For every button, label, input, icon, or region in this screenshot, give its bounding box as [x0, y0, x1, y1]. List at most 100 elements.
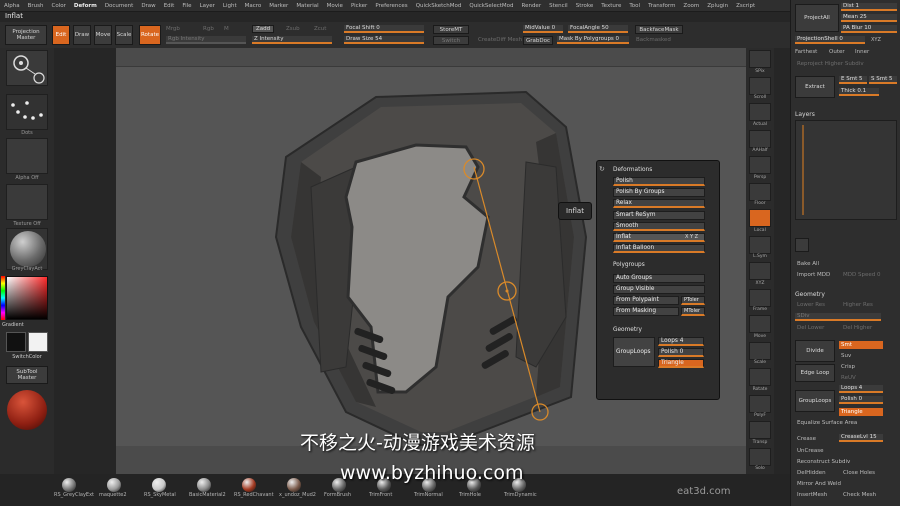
bake-all-button[interactable]: Bake All	[797, 261, 819, 267]
lower-res-button[interactable]: Lower Res	[797, 302, 825, 308]
solo-button[interactable]	[749, 447, 771, 466]
import-mdd-button[interactable]: Import MDD	[797, 272, 830, 278]
reuv-toggle[interactable]: ReUV	[841, 375, 856, 381]
zadd-button[interactable]: Zadd	[252, 25, 274, 33]
auto-groups-button[interactable]: Auto Groups	[613, 274, 705, 283]
store-mt-button[interactable]: StoreMT	[433, 25, 469, 34]
persp-button[interactable]	[749, 156, 771, 174]
pin-icon[interactable]: ↻	[599, 165, 605, 173]
scale-button[interactable]: Scale	[115, 25, 133, 45]
menu-item-file[interactable]: File	[182, 3, 191, 9]
menu-item-deform[interactable]: Deform	[74, 3, 97, 9]
relax-slider[interactable]: Relax	[613, 199, 705, 208]
rotate-button[interactable]: Rotate	[139, 25, 161, 45]
mask-by-polygroups-slider[interactable]: Mask By Polygroups 0	[557, 36, 629, 44]
from-masking-button[interactable]: From Masking	[613, 307, 679, 316]
smart-resym-button[interactable]: Smart ReSym	[613, 211, 705, 220]
move-button[interactable]	[749, 315, 771, 333]
menu-item-marker[interactable]: Marker	[269, 3, 288, 9]
rgb-intensity-slider[interactable]: Rgb Intensity	[166, 36, 246, 44]
draw-size-slider[interactable]: Draw Size 54	[344, 36, 424, 44]
crease-lvl-slider[interactable]: CreaseLvl 15	[839, 434, 883, 442]
frame-button[interactable]	[749, 288, 771, 307]
divide-button[interactable]: Divide	[795, 340, 835, 362]
del-lower-button[interactable]: Del Lower	[797, 325, 824, 331]
backmasked-slider[interactable]: Backmasked	[636, 37, 671, 43]
crisp-toggle[interactable]: Crisp	[841, 364, 855, 370]
draw-button[interactable]: Draw	[73, 25, 91, 45]
menu-item-material[interactable]: Material	[296, 3, 318, 9]
uncrease-button[interactable]: UnCrease	[797, 448, 824, 454]
scale-button[interactable]	[749, 341, 771, 360]
smooth-slider[interactable]: Smooth	[613, 222, 705, 231]
xyz-button[interactable]	[749, 262, 771, 280]
reconstruct-subdiv-button[interactable]: Reconstruct Subdiv	[797, 459, 850, 465]
layers-scrollbar[interactable]	[802, 125, 804, 215]
material-swatch[interactable]	[197, 478, 211, 492]
triangle-toggle[interactable]: Triangle	[658, 359, 704, 368]
menu-item-preferences[interactable]: Preferences	[375, 3, 407, 9]
menu-item-draw[interactable]: Draw	[141, 3, 155, 9]
transp-button[interactable]	[749, 421, 771, 439]
subtool-master-button[interactable]: SubTool Master	[6, 366, 48, 384]
spix-button[interactable]	[749, 50, 771, 68]
actual-button[interactable]	[749, 103, 771, 121]
polish-geometry-slider[interactable]: Polish 0	[658, 348, 704, 357]
equalize-surface-area-button[interactable]: Equalize Surface Area	[797, 420, 857, 426]
aahalf-button[interactable]	[749, 129, 771, 148]
material-thumbnail[interactable]	[6, 228, 48, 270]
hue-strip[interactable]	[1, 276, 5, 320]
s-smt-slider[interactable]: S Smt 5	[869, 76, 897, 84]
menu-item-macro[interactable]: Macro	[245, 3, 262, 9]
mrgb-toggle[interactable]: Mrgb	[166, 26, 180, 32]
secondary-color-swatch[interactable]	[28, 332, 48, 352]
layer-icon[interactable]	[795, 238, 809, 252]
backface-mask-button[interactable]: BackfaceMask	[635, 25, 683, 34]
grabdoc-button[interactable]: GrabDoc	[523, 36, 553, 45]
menu-item-picker[interactable]: Picker	[351, 3, 367, 9]
menu-item-light[interactable]: Light	[223, 3, 237, 9]
group-visible-button[interactable]: Group Visible	[613, 285, 705, 294]
polish-slider[interactable]: Polish 0	[839, 396, 883, 404]
menu-item-texture[interactable]: Texture	[601, 3, 621, 9]
focal-shift-slider[interactable]: Focal Shift 0	[344, 25, 424, 33]
farthest-button[interactable]: Farthest	[795, 49, 817, 55]
menu-item-edit[interactable]: Edit	[164, 3, 175, 9]
rotate-button[interactable]	[749, 368, 771, 386]
rgb-toggle[interactable]: Rgb	[203, 26, 214, 32]
menu-item-layer[interactable]: Layer	[200, 3, 215, 9]
material-swatch[interactable]	[242, 478, 256, 492]
menu-item-tool[interactable]: Tool	[629, 3, 640, 9]
menu-item-stroke[interactable]: Stroke	[576, 3, 594, 9]
m-toggle[interactable]: M	[224, 26, 229, 32]
alpha-thumbnail[interactable]	[6, 138, 48, 174]
del-higher-button[interactable]: Del Higher	[843, 325, 872, 331]
l-sym-button[interactable]	[749, 235, 771, 254]
material-swatch[interactable]	[287, 478, 301, 492]
group-loops-button[interactable]: GroupLoops	[795, 390, 835, 412]
projection-master-button[interactable]: Projection Master	[5, 25, 47, 45]
insert-mesh-button[interactable]: InsertMesh	[797, 492, 827, 498]
project-all-button[interactable]: ProjectAll	[795, 4, 839, 32]
menu-item-render[interactable]: Render	[522, 3, 542, 9]
dist-slider[interactable]: Dist 1	[841, 3, 897, 11]
material-swatch[interactable]	[107, 478, 121, 492]
main-color-swatch[interactable]	[6, 332, 26, 352]
switch-button[interactable]: Switch	[433, 36, 469, 45]
menu-item-stencil[interactable]: Stencil	[549, 3, 568, 9]
menu-item-brush[interactable]: Brush	[28, 3, 44, 9]
close-holes-button[interactable]: Close Holes	[843, 470, 875, 476]
menu-item-document[interactable]: Document	[105, 3, 134, 9]
stroke-thumbnail[interactable]	[6, 94, 48, 130]
midvalue-slider[interactable]: MidValue 0	[523, 25, 563, 33]
menu-item-zscript[interactable]: Zscript	[736, 3, 755, 9]
menu-item-zoom[interactable]: Zoom	[683, 3, 699, 9]
z-intensity-slider[interactable]: Z Intensity	[252, 36, 332, 44]
focal-angle-slider[interactable]: FocalAngle 50	[568, 25, 628, 33]
group-loops-button[interactable]: GroupLoops	[613, 337, 655, 367]
material-swatch[interactable]	[62, 478, 76, 492]
zcut-button[interactable]: Zcut	[314, 26, 326, 32]
loops-slider[interactable]: Loops 4	[839, 385, 883, 393]
inflat-balloon-slider[interactable]: Inflat Balloon	[613, 244, 705, 253]
xyz-toggle[interactable]: XYZ	[871, 37, 881, 43]
